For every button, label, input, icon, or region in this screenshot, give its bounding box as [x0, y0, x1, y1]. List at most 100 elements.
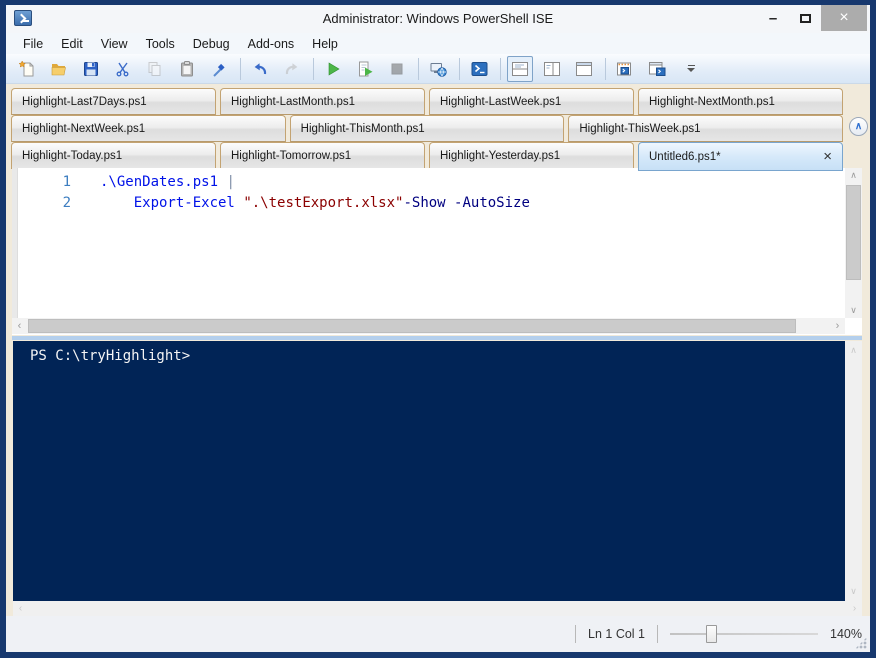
chevron-up-icon: ∧	[854, 121, 863, 132]
tab-label: Highlight-LastMonth.ps1	[231, 95, 356, 108]
floppy-icon	[84, 61, 98, 76]
maximize-button[interactable]	[789, 5, 821, 31]
clear-console-icon	[213, 63, 225, 77]
open-script-button[interactable]	[46, 56, 72, 82]
minimize-button[interactable]: –	[757, 5, 789, 31]
tab-highlight-lastmonth-ps1[interactable]: Highlight-LastMonth.ps1	[220, 88, 425, 115]
tab-highlight-nextmonth-ps1[interactable]: Highlight-NextMonth.ps1	[638, 88, 843, 115]
new-file-icon	[18, 59, 34, 76]
console-horizontal-scrollbar[interactable]: ‹ ›	[13, 601, 862, 616]
menu-edit[interactable]: Edit	[52, 35, 92, 53]
tab-label: Highlight-Last7Days.ps1	[22, 95, 147, 108]
tab-highlight-today-ps1[interactable]: Highlight-Today.ps1	[11, 142, 216, 169]
menu-view[interactable]: View	[92, 35, 137, 53]
play-icon	[328, 61, 340, 76]
title-bar: Administrator: Windows PowerShell ISE – …	[6, 5, 870, 33]
copy-button[interactable]	[142, 56, 168, 82]
scroll-up-icon[interactable]: ∧	[845, 343, 862, 358]
undo-button[interactable]	[247, 56, 273, 82]
new-remote-powershell-tab-button[interactable]	[425, 56, 451, 82]
paste-button[interactable]	[174, 56, 200, 82]
menu-tools[interactable]: Tools	[137, 35, 184, 53]
code-line: .\GenDates.ps1 |	[100, 172, 845, 193]
tab-label: Highlight-NextMonth.ps1	[649, 95, 775, 108]
toolbar-overflow-button[interactable]	[678, 56, 704, 82]
show-script-pane-tab-button[interactable]	[644, 56, 670, 82]
menu-bar: File Edit View Tools Debug Add-ons Help	[6, 33, 870, 54]
scroll-down-icon[interactable]: ∨	[845, 584, 862, 599]
tab-row-3: Highlight-Today.ps1 Highlight-Tomorrow.ps…	[11, 142, 843, 171]
scroll-up-icon[interactable]: ∧	[845, 168, 862, 183]
show-script-pane-maximized-button[interactable]	[571, 56, 597, 82]
stop-button[interactable]	[384, 56, 410, 82]
redo-button[interactable]	[279, 56, 305, 82]
line-col-indicator: Ln 1 Col 1	[588, 627, 646, 641]
window-controls: – ×	[757, 5, 867, 31]
menu-file[interactable]: File	[14, 35, 52, 53]
tab-label: Highlight-ThisWeek.ps1	[579, 122, 701, 135]
layout-top-icon	[512, 61, 528, 76]
stop-icon	[391, 63, 403, 74]
script-editor-pane: 12 .\GenDates.ps1 | Export-Excel ".\test…	[12, 168, 862, 335]
menu-add-ons[interactable]: Add-ons	[239, 35, 304, 53]
tab-highlight-tomorrow-ps1[interactable]: Highlight-Tomorrow.ps1	[220, 142, 425, 169]
tab-row-1: Highlight-Last7Days.ps1 Highlight-LastMon…	[11, 88, 843, 115]
tab-highlight-last7days-ps1[interactable]: Highlight-Last7Days.ps1	[11, 88, 216, 115]
toolbar-separator	[459, 57, 460, 80]
scroll-right-icon[interactable]: ›	[847, 601, 862, 616]
clear-console-button[interactable]	[206, 56, 232, 82]
zoom-level: 140%	[830, 627, 862, 641]
scroll-left-icon[interactable]: ‹	[13, 601, 28, 616]
powershell-ise-window: Administrator: Windows PowerShell ISE – …	[0, 0, 876, 658]
menu-debug[interactable]: Debug	[184, 35, 239, 53]
save-button[interactable]	[78, 56, 104, 82]
tab-label: Highlight-Today.ps1	[22, 149, 123, 162]
tab-untitled6-ps1[interactable]: Untitled6.ps1* ×	[638, 142, 843, 171]
zoom-slider[interactable]	[670, 625, 819, 643]
show-script-pane-top-button[interactable]	[507, 55, 533, 82]
tab-highlight-nextweek-ps1[interactable]: Highlight-NextWeek.ps1	[11, 115, 286, 142]
tab-highlight-thismonth-ps1[interactable]: Highlight-ThisMonth.ps1	[289, 115, 565, 142]
editor-code[interactable]: .\GenDates.ps1 | Export-Excel ".\testExp…	[100, 168, 845, 318]
breakpoint-margin[interactable]	[12, 168, 18, 318]
start-powershell-button[interactable]	[466, 56, 492, 82]
line-number: 1	[62, 174, 71, 190]
scroll-left-icon[interactable]: ‹	[12, 318, 27, 334]
tab-highlight-thisweek-ps1[interactable]: Highlight-ThisWeek.ps1	[568, 115, 844, 142]
run-selection-button[interactable]	[352, 56, 378, 82]
tab-label: Highlight-LastWeek.ps1	[440, 95, 562, 108]
run-script-button[interactable]	[320, 56, 346, 82]
scrollbar-thumb[interactable]	[846, 185, 861, 280]
layout-maximized-icon	[576, 61, 592, 76]
menu-help[interactable]: Help	[303, 35, 347, 53]
scrollbar-thumb[interactable]	[28, 319, 796, 333]
zoom-slider-thumb[interactable]	[705, 625, 717, 643]
new-powershell-tab-button[interactable]	[612, 56, 638, 82]
console-vertical-scrollbar[interactable]: ∧ ∨	[845, 341, 862, 601]
show-script-pane-right-button[interactable]	[539, 56, 565, 82]
pane-splitter[interactable]	[12, 336, 862, 340]
status-cluster: Ln 1 Col 1 140%	[575, 616, 862, 652]
editor-vertical-scrollbar[interactable]: ∧ ∨	[845, 168, 862, 318]
run-selection-icon	[359, 61, 373, 76]
cut-button[interactable]	[110, 56, 136, 82]
overflow-icon	[687, 65, 695, 66]
tab-highlight-yesterday-ps1[interactable]: Highlight-Yesterday.ps1	[429, 142, 634, 169]
scroll-down-icon[interactable]: ∨	[845, 303, 862, 318]
status-separator	[575, 625, 577, 643]
remote-computer-icon	[430, 62, 447, 77]
zoom-slider-track[interactable]	[670, 633, 819, 635]
tab-highlight-lastweek-ps1[interactable]: Highlight-LastWeek.ps1	[429, 88, 634, 115]
collapse-tabs-button[interactable]: ∧	[849, 117, 868, 136]
scroll-right-icon[interactable]: ›	[830, 318, 845, 334]
editor-horizontal-scrollbar[interactable]: ‹ ›	[12, 318, 845, 334]
console-pane[interactable]: PS C:\tryHighlight>	[13, 341, 845, 601]
script-pane-tab-icon	[648, 61, 665, 76]
tab-close-icon[interactable]: ×	[817, 149, 832, 164]
copy-icon	[148, 61, 161, 76]
window-title: Administrator: Windows PowerShell ISE	[322, 11, 554, 26]
new-script-button[interactable]	[14, 56, 40, 82]
toolbar-separator	[500, 57, 501, 80]
toolbar-separator	[240, 57, 241, 80]
close-button[interactable]: ×	[821, 5, 867, 31]
